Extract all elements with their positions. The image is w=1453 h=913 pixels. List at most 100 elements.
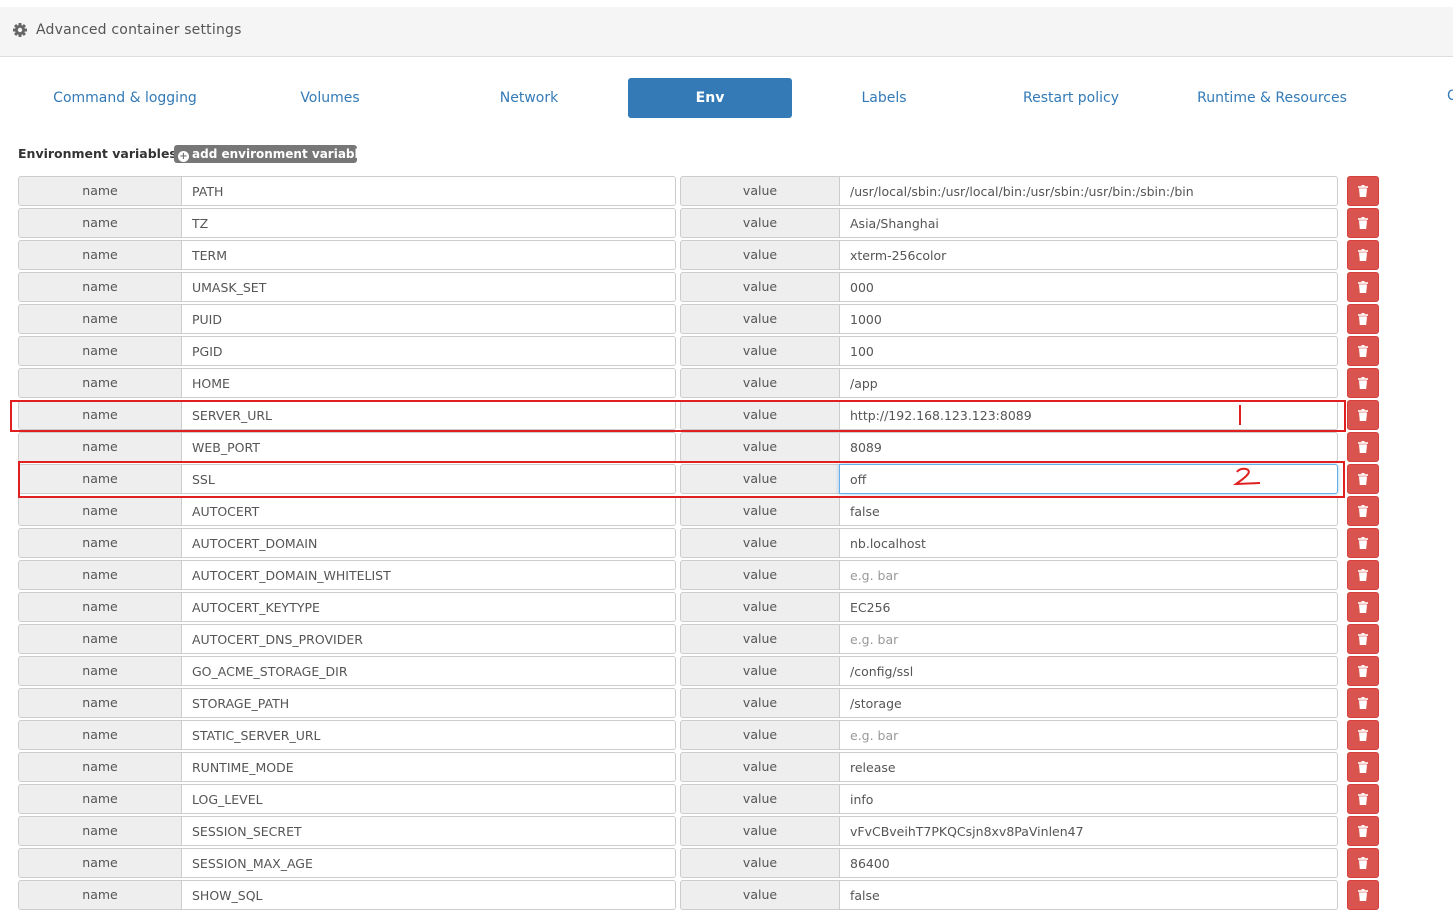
env-value-input[interactable] bbox=[839, 336, 1338, 366]
tab-runtime-resources[interactable]: Runtime & Resources bbox=[1178, 78, 1366, 118]
tab-network[interactable]: Network bbox=[455, 78, 603, 118]
value-addon: value bbox=[680, 400, 840, 430]
env-value-input[interactable] bbox=[839, 656, 1338, 686]
env-value-input[interactable] bbox=[839, 304, 1338, 334]
tab-volumes[interactable]: Volumes bbox=[255, 78, 405, 118]
name-addon: name bbox=[18, 592, 182, 622]
env-name-input[interactable] bbox=[181, 848, 676, 878]
env-value-input[interactable] bbox=[839, 368, 1338, 398]
remove-variable-button[interactable] bbox=[1347, 176, 1379, 206]
env-row: name value bbox=[0, 272, 1453, 302]
env-name-input[interactable] bbox=[181, 400, 676, 430]
remove-variable-button[interactable] bbox=[1347, 400, 1379, 430]
env-value-input[interactable] bbox=[839, 848, 1338, 878]
remove-variable-button[interactable] bbox=[1347, 880, 1379, 910]
env-name-input[interactable] bbox=[181, 496, 676, 526]
value-addon: value bbox=[680, 752, 840, 782]
remove-variable-button[interactable] bbox=[1347, 816, 1379, 846]
env-row: name value bbox=[0, 752, 1453, 782]
name-addon: name bbox=[18, 528, 182, 558]
remove-variable-button[interactable] bbox=[1347, 208, 1379, 238]
env-value-input[interactable] bbox=[839, 208, 1338, 238]
env-value-input[interactable] bbox=[839, 816, 1338, 846]
env-name-input[interactable] bbox=[181, 720, 676, 750]
env-name-input[interactable] bbox=[181, 880, 676, 910]
env-row: name value bbox=[0, 432, 1453, 462]
remove-variable-button[interactable] bbox=[1347, 336, 1379, 366]
remove-variable-button[interactable] bbox=[1347, 496, 1379, 526]
env-value-input[interactable] bbox=[839, 464, 1338, 494]
env-value-input[interactable] bbox=[839, 496, 1338, 526]
env-value-input[interactable] bbox=[839, 880, 1338, 910]
value-addon: value bbox=[680, 336, 840, 366]
env-value-input[interactable] bbox=[839, 240, 1338, 270]
plus-circle-icon: + bbox=[178, 151, 189, 162]
env-value-input[interactable] bbox=[839, 752, 1338, 782]
name-addon: name bbox=[18, 720, 182, 750]
remove-variable-button[interactable] bbox=[1347, 240, 1379, 270]
env-value-input[interactable] bbox=[839, 688, 1338, 718]
panel-title: Advanced container settings bbox=[36, 22, 242, 38]
panel-heading: Advanced container settings bbox=[0, 7, 1453, 57]
env-value-input[interactable] bbox=[839, 528, 1338, 558]
remove-variable-button[interactable] bbox=[1347, 752, 1379, 782]
env-name-input[interactable] bbox=[181, 208, 676, 238]
name-addon: name bbox=[18, 656, 182, 686]
remove-variable-button[interactable] bbox=[1347, 272, 1379, 302]
env-name-input[interactable] bbox=[181, 240, 676, 270]
tab-restart-policy[interactable]: Restart policy bbox=[996, 78, 1146, 118]
env-name-input[interactable] bbox=[181, 784, 676, 814]
remove-variable-button[interactable] bbox=[1347, 784, 1379, 814]
name-addon: name bbox=[18, 400, 182, 430]
value-addon: value bbox=[680, 528, 840, 558]
remove-variable-button[interactable] bbox=[1347, 720, 1379, 750]
env-value-input[interactable] bbox=[839, 560, 1338, 590]
env-name-input[interactable] bbox=[181, 592, 676, 622]
remove-variable-button[interactable] bbox=[1347, 624, 1379, 654]
tab-env[interactable]: Env bbox=[628, 78, 792, 118]
remove-variable-button[interactable] bbox=[1347, 432, 1379, 462]
remove-variable-button[interactable] bbox=[1347, 368, 1379, 398]
env-name-input[interactable] bbox=[181, 816, 676, 846]
remove-variable-button[interactable] bbox=[1347, 560, 1379, 590]
remove-variable-button[interactable] bbox=[1347, 464, 1379, 494]
env-value-input[interactable] bbox=[839, 272, 1338, 302]
add-env-variable-button[interactable]: + add environment variable bbox=[174, 145, 357, 163]
env-name-input[interactable] bbox=[181, 560, 676, 590]
env-value-input[interactable] bbox=[839, 400, 1338, 430]
env-name-input[interactable] bbox=[181, 752, 676, 782]
env-name-input[interactable] bbox=[181, 432, 676, 462]
remove-variable-button[interactable] bbox=[1347, 688, 1379, 718]
env-name-input[interactable] bbox=[181, 688, 676, 718]
name-addon: name bbox=[18, 816, 182, 846]
env-name-input[interactable] bbox=[181, 304, 676, 334]
env-row: name value bbox=[0, 816, 1453, 846]
env-row: name value bbox=[0, 848, 1453, 878]
env-name-input[interactable] bbox=[181, 368, 676, 398]
value-addon: value bbox=[680, 208, 840, 238]
tab-command-logging[interactable]: Command & logging bbox=[35, 78, 215, 118]
env-name-input[interactable] bbox=[181, 464, 676, 494]
env-name-input[interactable] bbox=[181, 528, 676, 558]
env-name-input[interactable] bbox=[181, 624, 676, 654]
remove-variable-button[interactable] bbox=[1347, 592, 1379, 622]
env-value-input[interactable] bbox=[839, 720, 1338, 750]
env-name-input[interactable] bbox=[181, 272, 676, 302]
value-addon: value bbox=[680, 624, 840, 654]
env-value-input[interactable] bbox=[839, 176, 1338, 206]
remove-variable-button[interactable] bbox=[1347, 304, 1379, 334]
value-addon: value bbox=[680, 688, 840, 718]
tab-labels[interactable]: Labels bbox=[812, 78, 956, 118]
env-value-input[interactable] bbox=[839, 432, 1338, 462]
env-name-input[interactable] bbox=[181, 176, 676, 206]
env-value-input[interactable] bbox=[839, 624, 1338, 654]
remove-variable-button[interactable] bbox=[1347, 848, 1379, 878]
remove-variable-button[interactable] bbox=[1347, 528, 1379, 558]
env-name-input[interactable] bbox=[181, 336, 676, 366]
env-value-input[interactable] bbox=[839, 784, 1338, 814]
remove-variable-button[interactable] bbox=[1347, 656, 1379, 686]
env-value-input[interactable] bbox=[839, 592, 1338, 622]
value-addon: value bbox=[680, 848, 840, 878]
tab-overflow-hint: C bbox=[1447, 88, 1453, 104]
env-name-input[interactable] bbox=[181, 656, 676, 686]
